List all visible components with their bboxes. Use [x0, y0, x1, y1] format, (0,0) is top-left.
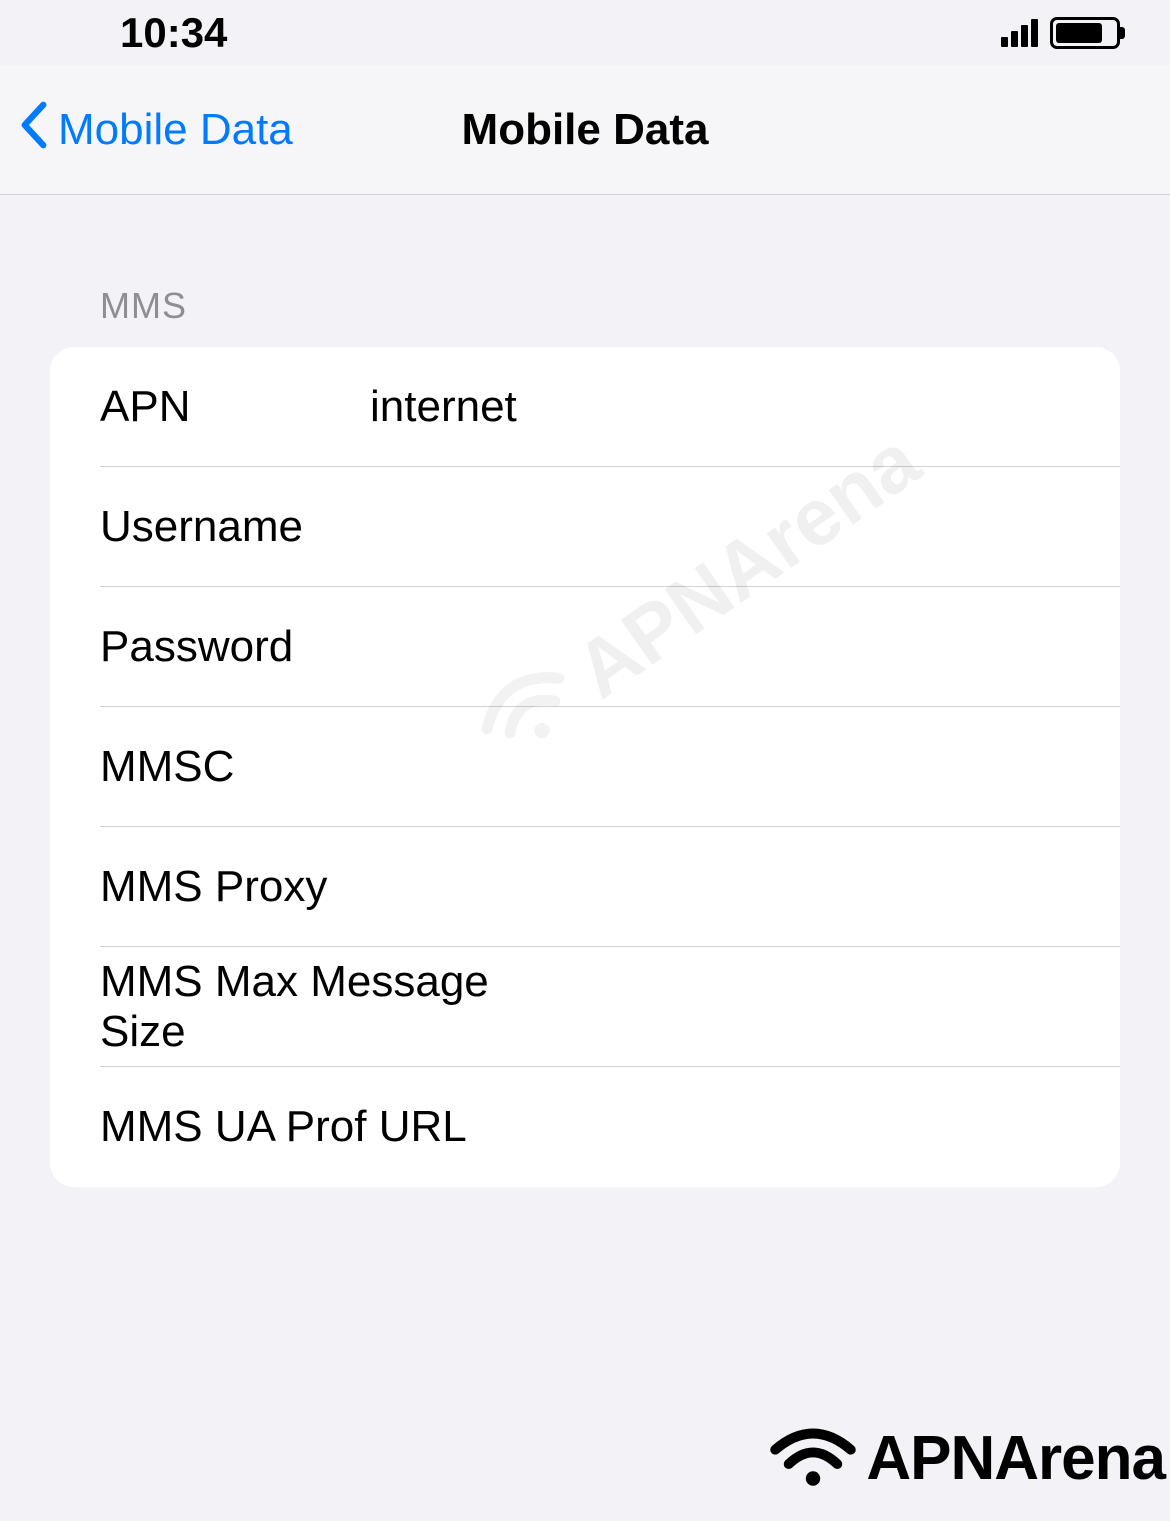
mmsc-input[interactable]	[370, 742, 1070, 792]
setting-row-mms-ua-prof[interactable]: MMS UA Prof URL	[50, 1067, 1120, 1187]
setting-row-mms-max-size[interactable]: MMS Max Message Size	[50, 947, 1120, 1067]
setting-label: Password	[100, 622, 370, 672]
setting-row-mmsc[interactable]: MMSC	[50, 707, 1120, 827]
wifi-icon	[768, 1421, 858, 1496]
back-label: Mobile Data	[58, 105, 293, 155]
setting-label: Username	[100, 502, 370, 552]
setting-label: MMS Proxy	[100, 862, 370, 912]
mms-proxy-input[interactable]	[370, 862, 1070, 912]
username-input[interactable]	[370, 502, 1070, 552]
content: MMS APN Username Password MMSC MMS Proxy…	[0, 195, 1170, 1217]
mms-ua-prof-input[interactable]	[467, 1102, 1070, 1152]
setting-row-username[interactable]: Username	[50, 467, 1120, 587]
section-header-mms: MMS	[0, 225, 1170, 347]
settings-card: APN Username Password MMSC MMS Proxy MMS…	[50, 347, 1120, 1187]
status-time: 10:34	[120, 9, 227, 57]
page-title: Mobile Data	[462, 105, 709, 155]
setting-row-mms-proxy[interactable]: MMS Proxy	[50, 827, 1120, 947]
setting-label: APN	[100, 382, 370, 432]
footer-logo-text: APNArena	[866, 1423, 1165, 1494]
back-button[interactable]: Mobile Data	[20, 101, 293, 158]
footer-logo: APNArena	[768, 1421, 1165, 1496]
navigation-bar: Mobile Data Mobile Data	[0, 65, 1170, 195]
setting-row-password[interactable]: Password	[50, 587, 1120, 707]
apn-input[interactable]	[370, 382, 1070, 432]
password-input[interactable]	[370, 622, 1070, 672]
setting-label: MMSC	[100, 742, 370, 792]
setting-row-apn[interactable]: APN	[50, 347, 1120, 467]
status-bar: 10:34	[0, 0, 1170, 65]
setting-label: MMS Max Message Size	[100, 957, 495, 1057]
battery-icon	[1050, 17, 1120, 49]
chevron-left-icon	[20, 101, 48, 158]
setting-label: MMS UA Prof URL	[100, 1102, 467, 1152]
mms-max-size-input[interactable]	[495, 982, 1070, 1032]
status-right	[1001, 17, 1120, 49]
cellular-signal-icon	[1001, 19, 1038, 47]
